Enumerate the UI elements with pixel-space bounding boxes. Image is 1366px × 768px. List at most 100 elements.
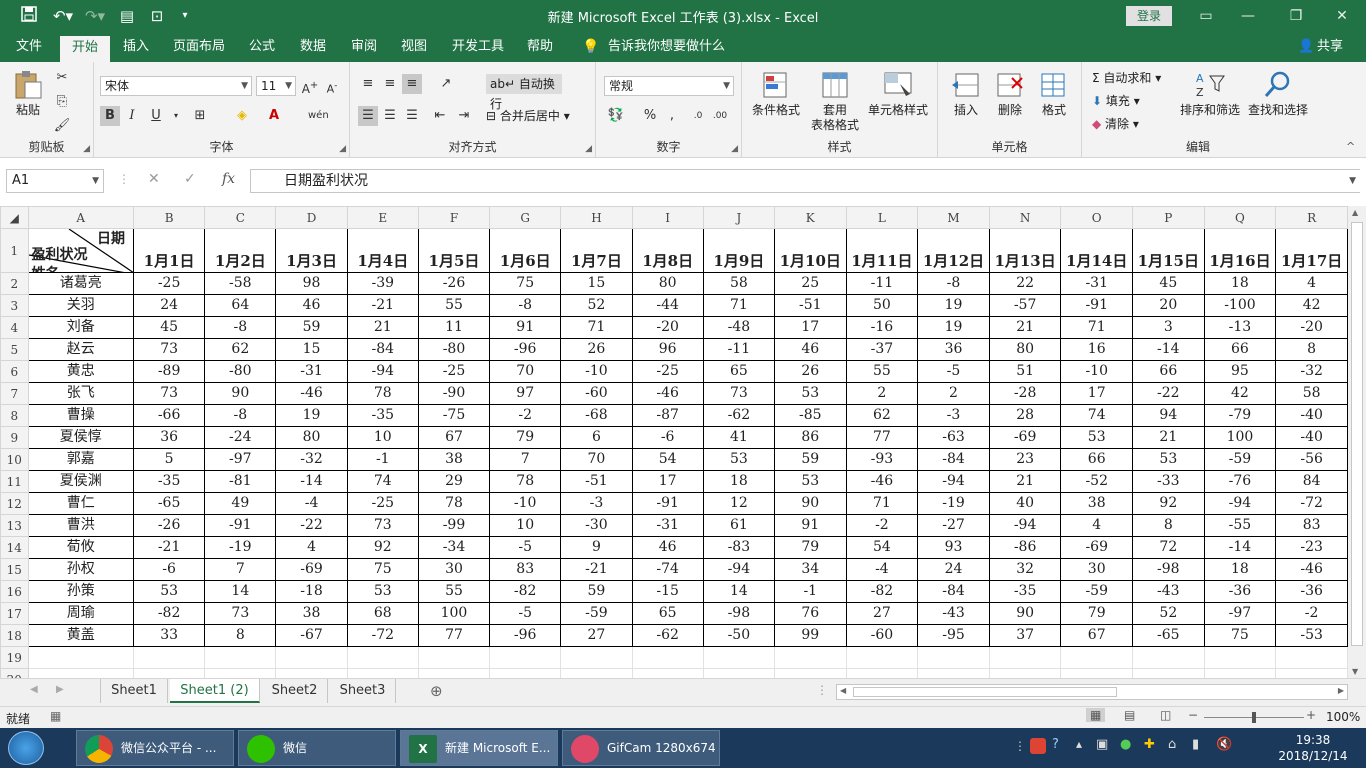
value-cell[interactable]: -100 <box>1203 294 1277 317</box>
value-cell[interactable]: 30 <box>1060 558 1134 581</box>
value-cell[interactable]: 19 <box>275 404 348 427</box>
value-cell[interactable]: -1 <box>346 448 419 471</box>
font-size-select[interactable]: 11 ▼ <box>256 76 296 96</box>
value-cell[interactable]: -96 <box>489 338 562 361</box>
value-cell[interactable]: -16 <box>845 316 919 339</box>
value-cell[interactable]: 67 <box>1060 624 1134 647</box>
format-painter-icon[interactable]: 🖌 <box>52 116 72 136</box>
value-cell[interactable]: 84 <box>1275 470 1348 493</box>
value-cell[interactable]: -53 <box>1275 624 1348 647</box>
value-cell[interactable]: -68 <box>560 404 633 427</box>
value-cell[interactable]: 66 <box>1132 360 1205 383</box>
name-cell[interactable]: 黄忠 <box>27 360 135 383</box>
cut-icon[interactable]: ✂ <box>52 68 72 88</box>
name-cell[interactable]: 诸葛亮 <box>27 272 135 295</box>
column-header[interactable]: L <box>845 206 919 229</box>
value-cell[interactable]: 36 <box>132 426 206 449</box>
value-cell[interactable]: 55 <box>845 360 919 383</box>
scroll-down-icon[interactable]: ▼ <box>1352 667 1358 676</box>
value-cell[interactable]: 80 <box>631 272 704 295</box>
value-cell[interactable]: -81 <box>204 470 277 493</box>
sheet-tab[interactable]: Sheet1 <box>100 679 168 703</box>
vertical-scrollbar[interactable]: ▲ ▼ <box>1348 206 1366 678</box>
value-cell[interactable]: 28 <box>988 404 1062 427</box>
name-cell[interactable]: 周瑜 <box>27 602 135 625</box>
tab-split-handle-icon[interactable]: ⋮ <box>816 683 828 697</box>
value-cell[interactable]: -72 <box>346 624 419 647</box>
insert-cells-button[interactable]: 插入 <box>946 70 986 118</box>
value-cell[interactable]: -97 <box>1203 602 1277 625</box>
value-cell[interactable]: -63 <box>917 426 990 449</box>
value-cell[interactable]: -15 <box>631 580 704 603</box>
value-cell[interactable]: -37 <box>845 338 919 361</box>
value-cell[interactable]: 92 <box>1132 492 1205 515</box>
value-cell[interactable]: -35 <box>988 580 1062 603</box>
value-cell[interactable]: -25 <box>631 360 704 383</box>
row-header[interactable]: 1 <box>0 228 29 273</box>
empty-cell[interactable] <box>204 668 277 678</box>
value-cell[interactable]: -94 <box>702 558 775 581</box>
empty-cell[interactable] <box>204 646 277 669</box>
value-cell[interactable]: -20 <box>1275 316 1348 339</box>
autosum-button[interactable]: Σ 自动求和 ▾ <box>1092 68 1182 88</box>
value-cell[interactable]: -5 <box>489 602 562 625</box>
value-cell[interactable]: 92 <box>346 536 419 559</box>
value-cell[interactable]: -48 <box>702 316 775 339</box>
value-cell[interactable]: -22 <box>1132 382 1205 405</box>
value-cell[interactable]: 30 <box>417 558 491 581</box>
value-cell[interactable]: 71 <box>702 294 775 317</box>
value-cell[interactable]: -14 <box>275 470 348 493</box>
value-cell[interactable]: 19 <box>917 294 990 317</box>
value-cell[interactable]: -80 <box>204 360 277 383</box>
date-header-cell[interactable]: 1月14日 <box>1060 228 1134 273</box>
delete-cells-button[interactable]: 删除 <box>990 70 1030 118</box>
date-header-cell[interactable]: 1月8日 <box>631 228 704 273</box>
taskbar-chrome[interactable]: 微信公众平台 - ... <box>76 730 234 766</box>
value-cell[interactable]: -8 <box>917 272 990 295</box>
value-cell[interactable]: -31 <box>1060 272 1134 295</box>
collapse-ribbon-icon[interactable]: ^ <box>1346 140 1355 153</box>
taskbar-excel[interactable]: X 新建 Microsoft E... <box>400 730 558 766</box>
value-cell[interactable]: -99 <box>417 514 491 537</box>
name-cell[interactable]: 夏侯惇 <box>27 426 135 449</box>
value-cell[interactable]: 23 <box>988 448 1062 471</box>
value-cell[interactable]: 68 <box>346 602 419 625</box>
value-cell[interactable]: 27 <box>560 624 633 647</box>
value-cell[interactable]: -1 <box>773 580 847 603</box>
value-cell[interactable]: 53 <box>773 382 847 405</box>
value-cell[interactable]: 100 <box>1203 426 1277 449</box>
value-cell[interactable]: -74 <box>631 558 704 581</box>
value-cell[interactable]: 46 <box>773 338 847 361</box>
value-cell[interactable]: 18 <box>702 470 775 493</box>
value-cell[interactable]: -21 <box>346 294 419 317</box>
value-cell[interactable]: -21 <box>132 536 206 559</box>
value-cell[interactable]: 49 <box>204 492 277 515</box>
next-sheet-icon[interactable]: ▶ <box>56 684 64 695</box>
name-cell[interactable]: 郭嘉 <box>27 448 135 471</box>
orientation-icon[interactable]: ↗ <box>436 74 456 94</box>
value-cell[interactable]: -40 <box>1275 426 1348 449</box>
value-cell[interactable]: 38 <box>275 602 348 625</box>
value-cell[interactable]: -69 <box>988 426 1062 449</box>
date-header-cell[interactable]: 1月3日 <box>275 228 348 273</box>
redo-icon[interactable]: ↷▾ <box>84 6 106 26</box>
empty-cell[interactable] <box>1132 646 1205 669</box>
row-header[interactable]: 19 <box>0 646 29 669</box>
name-box[interactable]: A1 ▼ <box>6 169 104 193</box>
align-bottom-icon[interactable]: ≡ <box>402 74 422 94</box>
value-cell[interactable]: 21 <box>346 316 419 339</box>
value-cell[interactable]: -22 <box>275 514 348 537</box>
value-cell[interactable]: 51 <box>988 360 1062 383</box>
empty-cell[interactable] <box>1060 668 1134 678</box>
increase-indent-icon[interactable]: ⇥ <box>454 106 474 126</box>
number-format-select[interactable]: 常规 ▼ <box>604 76 734 96</box>
value-cell[interactable]: -57 <box>988 294 1062 317</box>
value-cell[interactable]: 8 <box>1275 338 1348 361</box>
value-cell[interactable]: -10 <box>560 360 633 383</box>
value-cell[interactable]: -82 <box>489 580 562 603</box>
value-cell[interactable]: -89 <box>132 360 206 383</box>
value-cell[interactable]: 10 <box>489 514 562 537</box>
value-cell[interactable]: 26 <box>773 360 847 383</box>
tab-formulas[interactable]: 公式 <box>240 32 284 62</box>
value-cell[interactable]: 93 <box>917 536 990 559</box>
